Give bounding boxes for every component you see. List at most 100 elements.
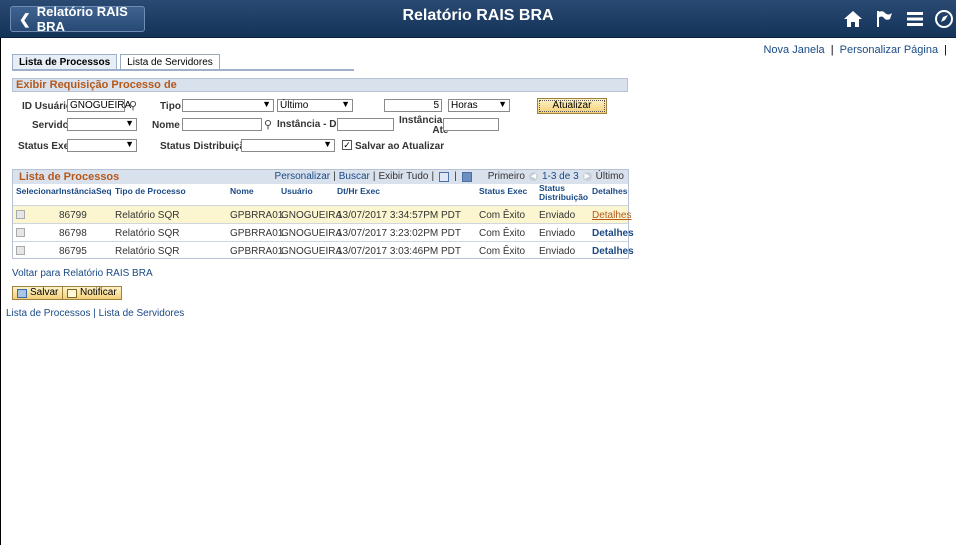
previous-icon[interactable]: ◀ — [528, 172, 538, 181]
navbar-icon[interactable] — [932, 8, 956, 30]
save-on-refresh-checkbox[interactable]: ✓ — [342, 140, 352, 150]
personalize-page-link[interactable]: Personalizar Página — [840, 44, 938, 56]
save-button-label: Salvar — [30, 287, 59, 298]
home-icon[interactable] — [841, 8, 865, 30]
save-button[interactable]: Salvar — [12, 286, 64, 300]
tab-server-list[interactable]: Lista de Servidores — [120, 54, 220, 70]
instance-from-field[interactable] — [337, 118, 394, 131]
instance-to-field[interactable] — [443, 118, 499, 131]
left-border — [0, 38, 1, 545]
col-seq: Seq — [96, 186, 112, 196]
row-instance: 86795 — [59, 246, 87, 257]
tab-divider — [12, 69, 354, 71]
first-link[interactable]: Primeiro — [488, 171, 525, 182]
top-bar: ❮ Relatório RAIS BRA Relatório RAIS BRA — [0, 0, 956, 38]
period-select[interactable]: Último ▼ — [277, 99, 353, 112]
top-links: Nova Janela | Personalizar Página | — [763, 44, 950, 56]
grid-title: Lista de Processos — [19, 171, 120, 183]
tab-process-list[interactable]: Lista de Processos — [12, 54, 118, 70]
server-select[interactable]: ▼ — [67, 118, 137, 131]
table-row: 86798 Relatório SQR GPBRRA01 GNOGUEIRA 1… — [13, 223, 634, 241]
next-icon[interactable]: ▶ — [582, 172, 592, 181]
row-datetime: 13/07/2017 3:23:02PM PDT — [337, 228, 461, 239]
status-exec-select[interactable]: ▼ — [67, 139, 137, 152]
row-details-link[interactable]: Detalhes — [592, 210, 631, 221]
row-user: GNOGUEIRA — [281, 246, 343, 257]
flag-icon[interactable] — [872, 8, 896, 30]
row-instance: 86798 — [59, 228, 87, 239]
count-field[interactable]: 5 — [384, 99, 442, 112]
table-row: 86799 Relatório SQR GPBRRA01 GNOGUEIRA 1… — [13, 205, 631, 223]
type-label: Tipo — [160, 101, 181, 112]
notify-button[interactable]: Notificar — [62, 286, 122, 300]
row-status-exec: Com Êxito — [479, 210, 526, 221]
col-datetime: Dt/Hr Exec — [337, 186, 380, 196]
bottom-process-list-link[interactable]: Lista de Processos — [6, 308, 91, 319]
separator: | — [454, 171, 457, 182]
col-instance: Instância — [59, 186, 96, 196]
row-datetime: 13/07/2017 3:03:46PM PDT — [337, 246, 461, 257]
bottom-server-list-link[interactable]: Lista de Servidores — [99, 308, 185, 319]
row-details-link[interactable]: Detalhes — [592, 228, 634, 239]
unit-select-value: Horas — [451, 100, 478, 111]
search-icon[interactable]: ⚲ — [129, 99, 137, 112]
col-status-dist: Status Distribuição — [539, 184, 588, 202]
col-status-exec: Status Exec — [479, 186, 528, 196]
back-to-report-link[interactable]: Voltar para Relatório RAIS BRA — [12, 268, 153, 279]
type-select[interactable]: ▼ — [182, 99, 274, 112]
notify-button-label: Notificar — [80, 287, 117, 298]
chevron-down-icon: ▼ — [341, 99, 350, 109]
row-datetime: 13/07/2017 3:34:57PM PDT — [337, 210, 461, 221]
name-label: Nome — [152, 120, 180, 131]
row-status-exec: Com Êxito — [479, 228, 526, 239]
chevron-down-icon: ▼ — [323, 139, 332, 149]
name-field[interactable] — [182, 118, 262, 131]
grid-header: Lista de Processos Personalizar | Buscar… — [13, 170, 628, 184]
separator: | — [372, 171, 376, 182]
new-window-link[interactable]: Nova Janela — [763, 44, 824, 56]
status-dist-label: Status Distribuição — [160, 141, 252, 152]
user-id-label: ID Usuário — [22, 101, 73, 112]
row-name: GPBRRA01 — [230, 210, 284, 221]
status-dist-select[interactable]: ▼ — [241, 139, 335, 152]
row-name: GPBRRA01 — [230, 228, 284, 239]
user-id-field[interactable]: GNOGUEIRA — [67, 99, 131, 112]
row-instance: 86799 — [59, 210, 87, 221]
row-select-checkbox[interactable] — [16, 210, 25, 219]
row-status-dist: Enviado — [539, 210, 576, 221]
personalize-link[interactable]: Personalizar — [275, 171, 331, 182]
grid-toolbar: Personalizar | Buscar | Exibir Tudo | | … — [275, 171, 624, 182]
col-status-dist-line2: Distribuição — [539, 192, 589, 202]
row-select-checkbox[interactable] — [16, 246, 25, 255]
row-process-type: Relatório SQR — [115, 228, 180, 239]
row-status-exec: Com Êxito — [479, 246, 526, 257]
bottom-links: Lista de Processos | Lista de Servidores — [6, 308, 184, 319]
link-separator: | — [944, 44, 947, 56]
menu-icon[interactable] — [903, 8, 927, 30]
separator: | — [431, 171, 435, 182]
tab-bar: Lista de Processos Lista de Servidores — [12, 54, 223, 70]
save-on-refresh-label: Salvar ao Atualizar — [355, 141, 445, 152]
unit-select[interactable]: Horas ▼ — [448, 99, 510, 112]
last-link[interactable]: Último — [596, 171, 624, 182]
view-all-link[interactable]: Exibir Tudo — [378, 171, 428, 182]
refresh-button[interactable]: Atualizar — [537, 98, 607, 114]
bottom-separator: | — [93, 308, 96, 319]
row-details-link[interactable]: Detalhes — [592, 246, 634, 257]
col-details: Detalhes — [592, 186, 628, 196]
range-label: 1-3 de 3 — [541, 171, 579, 182]
download-icon[interactable] — [461, 171, 472, 182]
find-link[interactable]: Buscar — [339, 171, 370, 182]
period-select-value: Último — [280, 100, 309, 111]
row-status-dist: Enviado — [539, 228, 576, 239]
new-window-icon[interactable] — [439, 171, 450, 182]
search-icon[interactable]: ⚲ — [264, 118, 272, 131]
row-select-checkbox[interactable] — [16, 228, 25, 237]
row-name: GPBRRA01 — [230, 246, 284, 257]
row-process-type: Relatório SQR — [115, 246, 180, 257]
instance-to-label: Instância - Até — [399, 116, 448, 136]
notify-icon — [67, 288, 77, 298]
page-title: Relatório RAIS BRA — [402, 7, 554, 24]
row-user: GNOGUEIRA — [281, 228, 343, 239]
process-grid: Lista de Processos Personalizar | Buscar… — [12, 169, 634, 259]
